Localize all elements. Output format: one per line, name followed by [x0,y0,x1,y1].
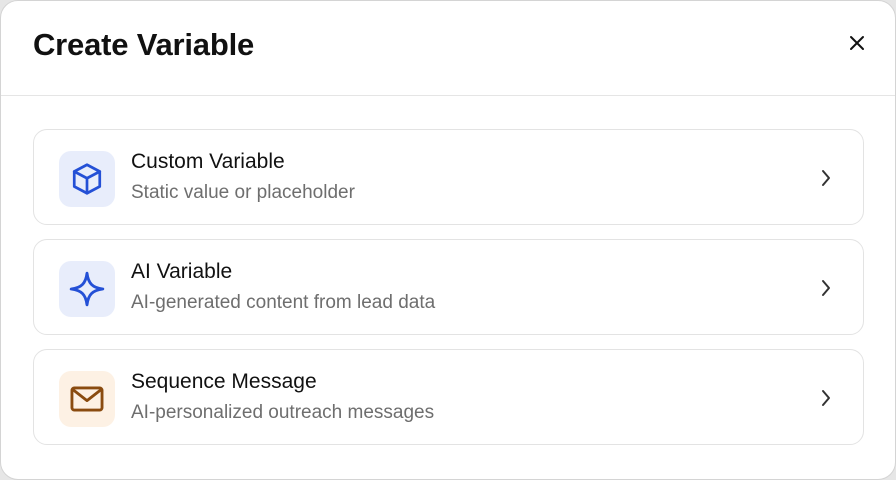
mail-icon [70,386,104,412]
option-ai-variable[interactable]: AI Variable AI-generated content from le… [33,239,864,335]
chevron-right-icon [816,277,836,299]
option-title: Custom Variable [131,150,285,173]
cube-icon [72,163,102,195]
option-title: AI Variable [131,260,233,283]
chevron-right-icon [816,387,836,409]
option-title: Sequence Message [131,370,317,393]
variable-type-list: Custom Variable Static value or placehol… [33,129,864,459]
close-button[interactable] [844,30,870,56]
option-description: Static value or placeholder [131,182,355,203]
chevron-right-icon [816,167,836,189]
icon-tile [59,151,115,207]
option-description: AI-generated content from lead data [131,292,436,313]
option-sequence-message[interactable]: Sequence Message AI-personalized outreac… [33,349,864,445]
create-variable-dialog: Create Variable Custom Variable Static v… [0,0,896,480]
icon-tile [59,261,115,317]
sparkle-icon [69,271,105,307]
dialog-title: Create Variable [33,27,255,62]
close-icon [850,36,864,50]
option-custom-variable[interactable]: Custom Variable Static value or placehol… [33,129,864,225]
icon-tile [59,371,115,427]
option-description: AI-personalized outreach messages [131,402,435,423]
dialog-header: Create Variable [1,1,895,96]
